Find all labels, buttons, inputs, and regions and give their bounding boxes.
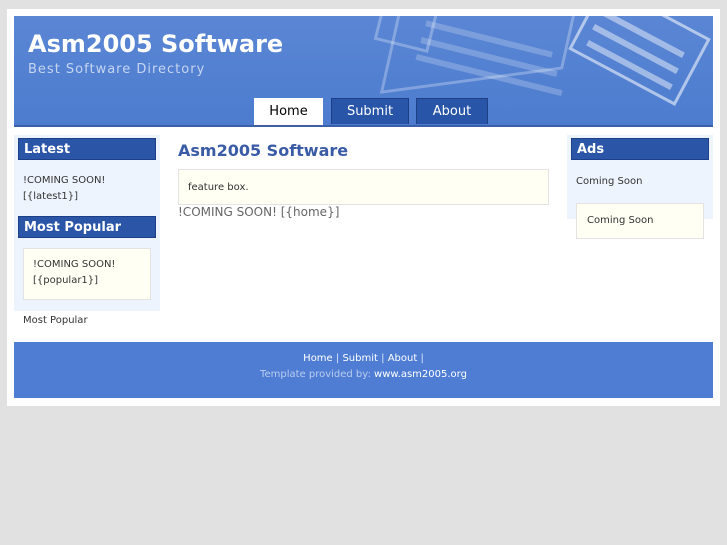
ads-box-text: Coming Soon — [587, 215, 654, 226]
latest-line-2: [{latest1}] — [23, 191, 78, 202]
site-title: Asm2005 Software — [28, 30, 284, 58]
home-content-text: !COMING SOON! [{home}] — [178, 205, 340, 219]
footer-credit: Template provided by: www.asm2005.org — [14, 369, 713, 380]
footer-credit-link[interactable]: www.asm2005.org — [374, 369, 467, 380]
popular-box: !COMING SOON! [{popular1}] — [23, 248, 151, 300]
footer-link-home[interactable]: Home — [303, 353, 333, 364]
ads-text: Coming Soon — [576, 176, 643, 187]
footer-links: Home | Submit | About | — [14, 353, 713, 364]
popular-footer-text: Most Popular — [23, 315, 88, 326]
feature-box-text: feature box. — [188, 182, 249, 193]
footer-link-about[interactable]: About — [388, 353, 418, 364]
site-header: Asm2005 Software Best Software Directory… — [14, 16, 713, 127]
latest-heading: Latest — [18, 138, 156, 160]
popular-line-1: !COMING SOON! — [33, 259, 116, 270]
footer-separator: | — [420, 353, 424, 364]
site-footer: Home | Submit | About | Template provide… — [14, 342, 713, 398]
footer-separator: | — [335, 353, 340, 364]
popular-heading: Most Popular — [18, 216, 156, 238]
site-tagline: Best Software Directory — [28, 62, 206, 77]
ads-heading: Ads — [571, 138, 709, 160]
ads-box: Coming Soon — [576, 203, 704, 239]
content-title: Asm2005 Software — [178, 141, 349, 160]
footer-link-submit[interactable]: Submit — [342, 353, 377, 364]
tab-submit[interactable]: Submit — [331, 98, 409, 124]
footer-separator: | — [381, 353, 385, 364]
page-wrapper: Asm2005 Software Best Software Directory… — [7, 9, 720, 406]
latest-item[interactable]: !COMING SOON! [{latest1}] — [23, 173, 105, 205]
popular-line-2: [{popular1}] — [33, 275, 99, 286]
tab-about[interactable]: About — [416, 98, 488, 124]
feature-box: feature box. — [178, 169, 549, 205]
footer-credit-prefix: Template provided by: — [260, 369, 371, 380]
tab-home[interactable]: Home — [254, 98, 323, 125]
latest-line-1: !COMING SOON! — [23, 175, 106, 186]
